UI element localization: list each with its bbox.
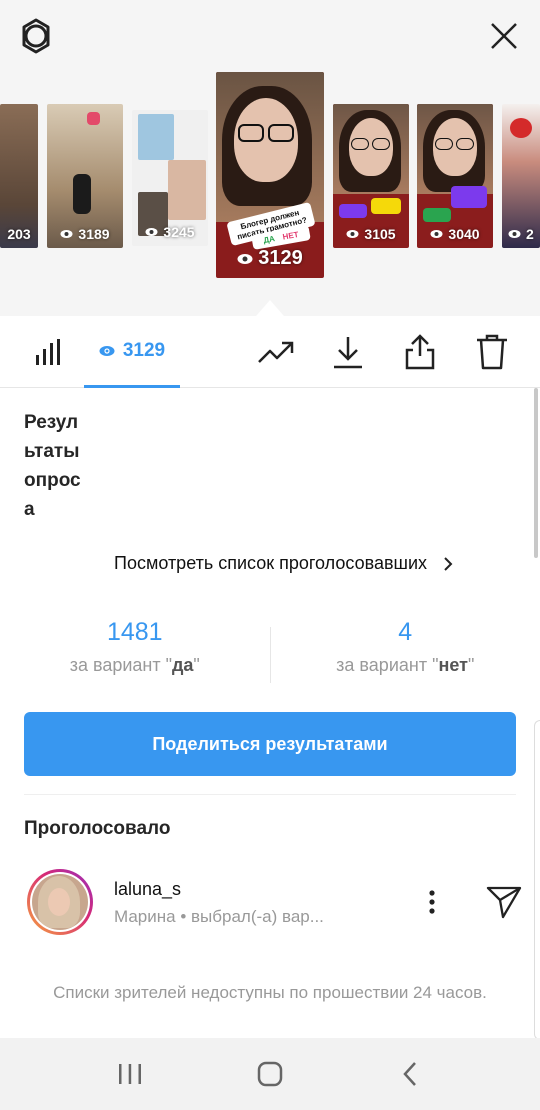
story-view-count: 3129 <box>258 247 303 269</box>
recent-apps-icon <box>119 1064 141 1084</box>
story-thumbnail[interactable]: 2 <box>502 104 540 248</box>
story-view-count: 203 <box>7 226 31 242</box>
more-vertical-icon <box>429 890 435 914</box>
divider <box>24 794 516 795</box>
scrollbar[interactable] <box>534 388 538 558</box>
home-button[interactable] <box>240 1049 300 1099</box>
poll-option-count: 1481 <box>106 618 163 646</box>
poll-option-label: за вариант "нет" <box>336 655 475 675</box>
download-icon <box>334 337 362 369</box>
delete-button[interactable] <box>466 316 518 388</box>
story-thumbnail-active[interactable]: Блогер должен писать грамотно? ДА НЕТ 31… <box>216 72 324 278</box>
settings-button[interactable] <box>16 16 56 56</box>
share-button[interactable] <box>394 316 446 388</box>
download-button[interactable] <box>322 316 374 388</box>
eye-icon <box>60 230 73 238</box>
voter-username[interactable]: laluna_s <box>114 879 181 900</box>
story-view-count: 3189 <box>78 226 110 242</box>
voter-detail: Марина • выбрал(-а) вар... <box>114 907 324 926</box>
poll-option-yes: 1481 за вариант "да" <box>0 615 270 695</box>
poll-stats: 1481 за вариант "да" 4 за вариант "нет" <box>0 615 540 695</box>
tab-viewers[interactable]: 3129 <box>84 316 180 388</box>
promote-button[interactable] <box>250 316 302 388</box>
tab-viewers-count: 3129 <box>122 339 166 361</box>
poll-option-label: за вариант "да" <box>69 655 200 675</box>
recent-apps-button[interactable] <box>100 1049 160 1099</box>
eye-icon <box>430 230 443 238</box>
story-thumbnail[interactable]: 3245 <box>132 110 208 246</box>
voters-heading: Проголосовало <box>24 818 171 839</box>
trending-up-icon <box>258 341 294 363</box>
viewer-list-notice: Списки зрителей недоступны по прошествии… <box>53 983 487 1002</box>
trash-icon <box>477 334 507 370</box>
back-icon <box>403 1062 416 1086</box>
selection-pointer <box>256 300 284 316</box>
eye-icon <box>99 345 115 356</box>
stories-strip: 203 3189 3245 Блогер должен писать грамо… <box>0 0 540 316</box>
eye-icon <box>508 230 521 238</box>
share-icon <box>405 334 435 370</box>
voter-row[interactable]: laluna_s Марина • выбрал(-а) вар... <box>0 866 540 938</box>
story-view-count: 3105 <box>364 226 396 242</box>
view-voters-label: Посмотреть список проголосовавших <box>114 553 428 573</box>
poll-results-title: Результаты опроса <box>24 412 81 520</box>
story-view-count: 3040 <box>448 226 480 242</box>
send-message-button[interactable] <box>482 880 526 924</box>
adjacent-card-edge <box>534 720 540 1040</box>
story-thumbnail[interactable]: 3040 <box>417 104 493 248</box>
story-thumbnail[interactable]: 3105 <box>333 104 409 248</box>
view-voters-link[interactable]: Посмотреть список проголосовавших <box>114 553 453 574</box>
poll-option-no: 4 за вариант "нет" <box>271 615 540 695</box>
eye-icon <box>145 228 158 236</box>
more-options-button[interactable] <box>416 882 448 922</box>
close-icon <box>491 23 517 49</box>
system-navigation-bar <box>0 1038 540 1110</box>
story-thumbnail[interactable]: 203 <box>0 104 38 248</box>
bar-chart-icon <box>36 339 60 365</box>
back-button[interactable] <box>380 1049 440 1099</box>
story-toolbar: 3129 <box>0 316 540 388</box>
eye-icon <box>346 230 359 238</box>
home-icon <box>257 1061 283 1087</box>
insights-button[interactable] <box>22 316 74 388</box>
eye-icon <box>237 253 253 264</box>
avatar[interactable] <box>27 869 93 935</box>
close-button[interactable] <box>484 16 524 56</box>
story-thumbnail[interactable]: 3189 <box>47 104 123 248</box>
story-view-count: 2 <box>526 226 534 242</box>
send-icon <box>486 886 522 919</box>
story-view-count: 3245 <box>163 224 195 240</box>
poll-option-count: 4 <box>398 618 413 646</box>
share-results-button[interactable]: Поделиться результатами <box>24 712 516 776</box>
chevron-right-icon <box>444 556 453 571</box>
gear-icon <box>22 18 50 54</box>
